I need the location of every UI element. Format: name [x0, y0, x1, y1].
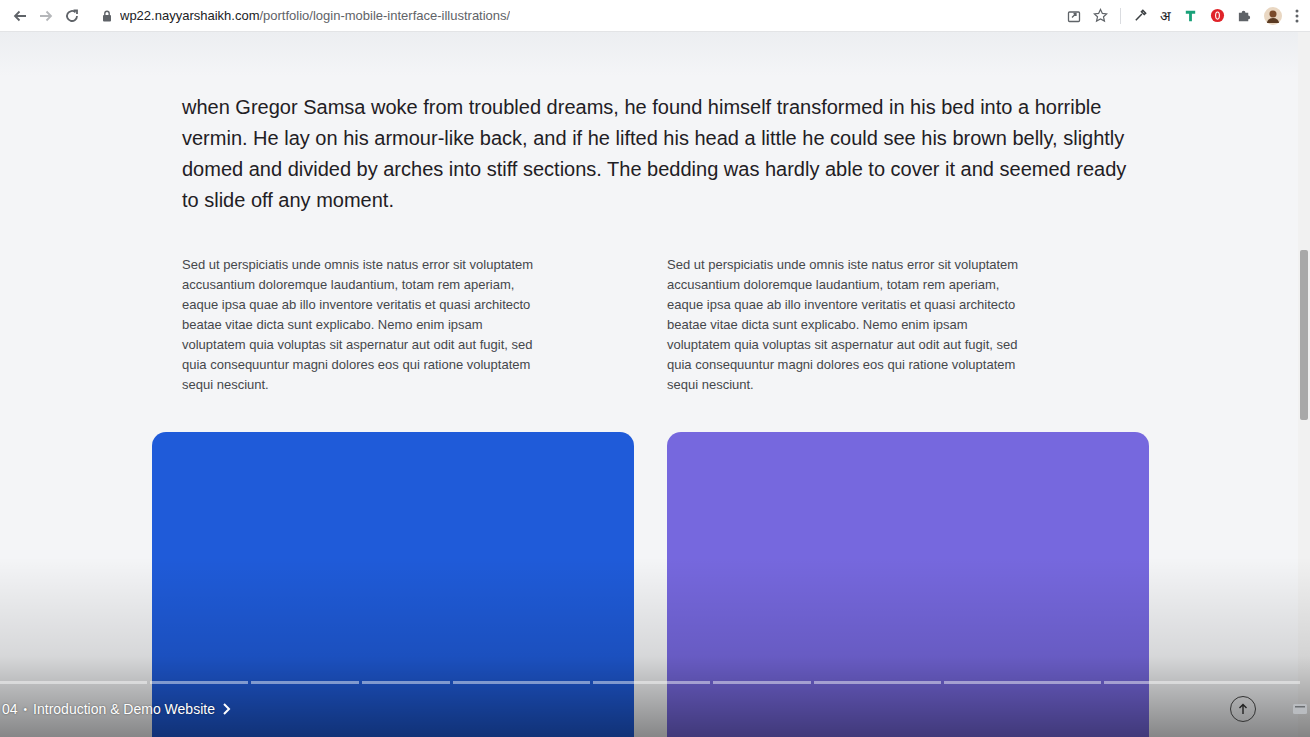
browser-toolbar: wp22.nayyarshaikh.com/portfolio/login-mo…	[0, 0, 1310, 32]
bookmark-star-icon[interactable]	[1093, 8, 1108, 23]
scrollbar-thumb[interactable]	[1300, 250, 1308, 420]
scroll-to-top-button[interactable]	[1230, 696, 1256, 722]
url-text: wp22.nayyarshaikh.com/portfolio/login-mo…	[120, 8, 510, 23]
article-body: when Gregor Samsa woke from troubled dre…	[152, 92, 1298, 395]
extensions-puzzle-icon[interactable]	[1237, 8, 1252, 23]
back-arrow-icon[interactable]	[12, 8, 28, 24]
chapter-segment[interactable]	[453, 681, 590, 684]
page-viewport: when Gregor Samsa woke from troubled dre…	[0, 32, 1310, 737]
chapter-segment[interactable]	[814, 681, 941, 684]
eyedropper-icon[interactable]	[1133, 8, 1148, 23]
profile-avatar-icon[interactable]	[1264, 7, 1282, 25]
arrow-up-icon	[1238, 703, 1248, 715]
player-controls: 04 • Introduction & Demo Website	[0, 693, 1310, 725]
reload-icon[interactable]	[64, 8, 80, 24]
chapter-button[interactable]: 04 • Introduction & Demo Website	[2, 701, 231, 717]
column-paragraph: Sed ut perspiciatis unde omnis iste natu…	[182, 255, 542, 395]
lock-icon	[102, 10, 112, 22]
language-extension-button[interactable]: अ	[1160, 6, 1171, 25]
chapter-segment[interactable]	[1104, 681, 1300, 684]
chapter-separator: •	[24, 704, 28, 715]
share-icon[interactable]	[1067, 9, 1081, 23]
chevron-right-icon	[221, 702, 231, 716]
lead-paragraph: when Gregor Samsa woke from troubled dre…	[182, 92, 1132, 216]
video-progress-bar[interactable]	[0, 681, 1300, 684]
forward-arrow-icon[interactable]	[38, 8, 54, 24]
chapter-segment[interactable]	[713, 681, 811, 684]
browser-window: wp22.nayyarshaikh.com/portfolio/login-mo…	[0, 0, 1310, 737]
adblock-extension-icon[interactable]	[1210, 8, 1225, 23]
chapter-segment[interactable]	[251, 681, 359, 684]
column-paragraph: Sed ut perspiciatis unde omnis iste natu…	[667, 255, 1027, 395]
header-shadow	[0, 32, 1298, 76]
chapter-segment[interactable]	[150, 681, 248, 684]
address-bar[interactable]: wp22.nayyarshaikh.com/portfolio/login-mo…	[80, 8, 1067, 23]
video-player-overlay: 04 • Introduction & Demo Website	[0, 557, 1310, 737]
chapter-segment[interactable]	[362, 681, 450, 684]
text-columns: Sed ut perspiciatis unde omnis iste natu…	[182, 255, 1298, 395]
chapter-segment[interactable]	[0, 681, 147, 684]
chapter-title: Introduction & Demo Website	[33, 701, 215, 717]
player-settings-icon[interactable]	[1292, 701, 1308, 717]
toolbar-separator	[1120, 8, 1121, 24]
chapter-segment[interactable]	[944, 681, 1101, 684]
extension-green-icon[interactable]	[1183, 8, 1198, 23]
browser-menu-icon[interactable]	[1294, 8, 1300, 24]
chapter-time: 04	[2, 701, 18, 717]
chapter-segment[interactable]	[593, 681, 711, 684]
